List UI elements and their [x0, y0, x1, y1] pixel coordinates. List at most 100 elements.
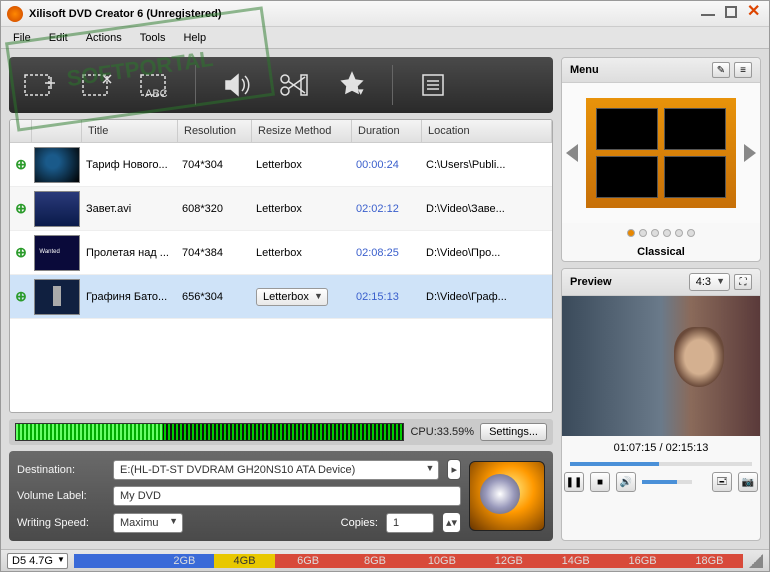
writing-speed-dropdown[interactable]: Maximu: [113, 513, 183, 533]
titlebar: Xilisoft DVD Creator 6 (Unregistered) ✕: [1, 1, 769, 27]
cell-resolution: 704*384: [178, 247, 252, 259]
thumbnail: [34, 235, 80, 271]
menu-tools[interactable]: Tools: [140, 32, 166, 44]
stop-button[interactable]: ■: [590, 472, 610, 492]
volume-label: Volume Label:: [17, 490, 105, 502]
edit-template-icon[interactable]: ✎: [712, 62, 730, 78]
destination-panel: Destination: E:(HL-DT-ST DVDRAM GH20NS10…: [9, 451, 553, 541]
app-icon: [7, 6, 23, 22]
list-template-icon[interactable]: ≡: [734, 62, 752, 78]
next-template-button[interactable]: [744, 144, 756, 162]
table-row[interactable]: ⊕ Графиня Бато... 656*304 Letterbox 02:1…: [10, 275, 552, 319]
statusbar: D5 4.7G 2GB 4GB 6GB 8GB 10GB 12GB 14GB 1…: [1, 549, 769, 571]
chapter-icon[interactable]: [415, 67, 451, 103]
preview-panel: Preview 4:3 ⛶ 01:07:15 / 02:15:13 ❚❚ ■ 🔊…: [561, 268, 761, 541]
volume-input[interactable]: [113, 486, 461, 506]
cell-resize: Letterbox: [252, 247, 352, 259]
svg-text:ABC: ABC: [145, 88, 168, 99]
subtitle-icon[interactable]: ABC: [137, 67, 173, 103]
thumbnail: [34, 191, 80, 227]
copies-input[interactable]: [386, 513, 434, 533]
col-location[interactable]: Location: [422, 120, 552, 142]
browse-button[interactable]: ▸: [447, 459, 461, 480]
menu-actions[interactable]: Actions: [86, 32, 122, 44]
minimize-button[interactable]: [701, 6, 715, 16]
add-files-icon[interactable]: [21, 67, 57, 103]
cell-title: Графиня Бато...: [82, 291, 178, 303]
cpu-graph: [15, 423, 404, 441]
capacity-bar: 2GB 4GB 6GB 8GB 10GB 12GB 14GB 16GB 18GB: [74, 554, 743, 568]
cell-resolution: 608*320: [178, 203, 252, 215]
seek-bar[interactable]: [570, 462, 752, 466]
window-title: Xilisoft DVD Creator 6 (Unregistered): [29, 8, 701, 20]
cell-resize: Letterbox: [252, 203, 352, 215]
file-table: Title Resolution Resize Method Duration …: [9, 119, 553, 413]
cell-resolution: 704*304: [178, 159, 252, 171]
prev-template-button[interactable]: [566, 144, 578, 162]
template-preview[interactable]: [586, 98, 736, 208]
aspect-ratio-dropdown[interactable]: 4:3: [689, 273, 730, 291]
maximize-button[interactable]: [725, 6, 737, 18]
add-icon[interactable]: ⊕: [15, 244, 27, 260]
add-icon[interactable]: ⊕: [15, 200, 27, 216]
cell-duration: 02:08:25: [352, 247, 422, 259]
preview-video[interactable]: [562, 296, 760, 436]
settings-button[interactable]: Settings...: [480, 423, 547, 441]
table-row[interactable]: ⊕ Завет.avi 608*320 Letterbox 02:02:12 D…: [10, 187, 552, 231]
clip-icon[interactable]: [276, 67, 312, 103]
cell-duration: 02:02:12: [352, 203, 422, 215]
resize-grip[interactable]: [749, 554, 763, 568]
preview-time: 01:07:15 / 02:15:13: [562, 436, 760, 460]
menu-file[interactable]: File: [13, 32, 31, 44]
cell-duration: 00:00:24: [352, 159, 422, 171]
destination-dropdown[interactable]: E:(HL-DT-ST DVDRAM GH20NS10 ATA Device): [113, 460, 439, 480]
thumbnail: [34, 147, 80, 183]
template-pager[interactable]: [562, 223, 760, 243]
table-row[interactable]: ⊕ Пролетая над ... 704*384 Letterbox 02:…: [10, 231, 552, 275]
cut-icon[interactable]: [79, 67, 115, 103]
col-title[interactable]: Title: [82, 120, 178, 142]
menu-panel: Menu ✎ ≡ Classical: [561, 57, 761, 262]
col-resolution[interactable]: Resolution: [178, 120, 252, 142]
speed-label: Writing Speed:: [17, 517, 105, 529]
burn-button[interactable]: [469, 461, 545, 531]
cell-resolution: 656*304: [178, 291, 252, 303]
template-name: Classical: [562, 243, 760, 261]
cell-location: D:\Video\Про...: [422, 247, 552, 259]
audio-icon[interactable]: [218, 67, 254, 103]
add-icon[interactable]: ⊕: [15, 156, 27, 172]
svg-text:▾: ▾: [358, 86, 364, 98]
bookmark-icon[interactable]: 🖃: [712, 472, 732, 492]
col-resize-method[interactable]: Resize Method: [252, 120, 352, 142]
volume-slider[interactable]: [642, 480, 692, 484]
menubar: File Edit Actions Tools Help: [1, 27, 769, 49]
pause-button[interactable]: ❚❚: [564, 472, 584, 492]
preview-title: Preview: [570, 276, 689, 288]
snapshot-icon[interactable]: 📷: [738, 472, 758, 492]
col-duration[interactable]: Duration: [352, 120, 422, 142]
volume-icon[interactable]: 🔊: [616, 472, 636, 492]
disc-type-dropdown[interactable]: D5 4.7G: [7, 553, 68, 569]
menu-panel-title: Menu: [570, 64, 708, 76]
destination-label: Destination:: [17, 464, 105, 476]
add-icon[interactable]: ⊕: [15, 288, 27, 304]
resize-dropdown[interactable]: Letterbox: [256, 288, 328, 306]
cpu-label: CPU:33.59%: [410, 426, 474, 438]
thumbnail: [34, 279, 80, 315]
cell-location: C:\Users\Publi...: [422, 159, 552, 171]
cell-location: D:\Video\Заве...: [422, 203, 552, 215]
effects-icon[interactable]: ▾: [334, 67, 370, 103]
cell-title: Завет.avi: [82, 203, 178, 215]
menu-edit[interactable]: Edit: [49, 32, 68, 44]
cell-duration: 02:15:13: [352, 291, 422, 303]
table-row[interactable]: ⊕ Тариф Нового... 704*304 Letterbox 00:0…: [10, 143, 552, 187]
close-button[interactable]: ✕: [747, 6, 763, 22]
menu-help[interactable]: Help: [183, 32, 206, 44]
copies-stepper[interactable]: ▴▾: [442, 512, 461, 533]
cell-resize: Letterbox: [252, 159, 352, 171]
fullscreen-icon[interactable]: ⛶: [734, 274, 752, 290]
copies-label: Copies:: [341, 517, 378, 529]
cpu-bar: CPU:33.59% Settings...: [9, 419, 553, 445]
cell-title: Тариф Нового...: [82, 159, 178, 171]
cell-location: D:\Video\Граф...: [422, 291, 552, 303]
